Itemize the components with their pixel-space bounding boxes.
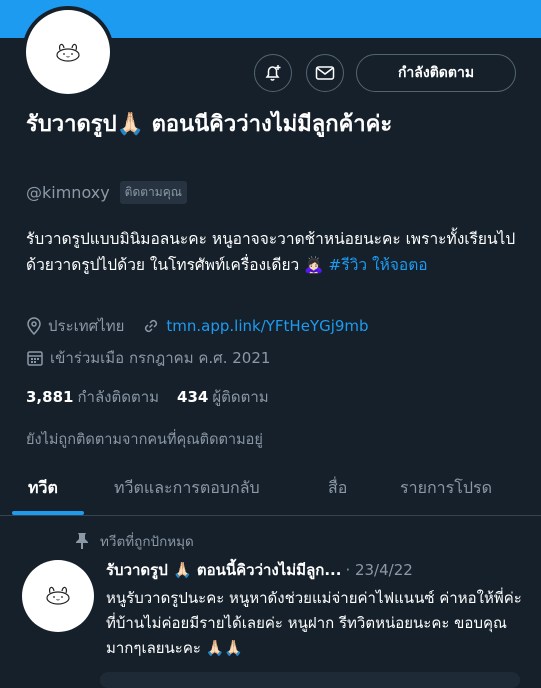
followers-count-link[interactable]: 434 ผู้ติดตาม bbox=[177, 385, 269, 409]
display-name: รับวาดรูป🙏🏻 ตอนนีคิวว่างไม่มีลูกค้าค่ะ bbox=[26, 112, 393, 137]
tab-tweets[interactable]: ทวีต bbox=[28, 462, 58, 515]
following-button[interactable]: กำลังติดตาม bbox=[356, 54, 516, 92]
active-tab-indicator bbox=[12, 511, 84, 515]
location-text: ประเทศไทย bbox=[48, 317, 125, 335]
pin-icon bbox=[76, 533, 88, 549]
profile-meta-location-website: ประเทศไทย tmn.app.link/YFtHeYGj9mb bbox=[26, 314, 369, 338]
tab-tweets-replies[interactable]: ทวีตและการตอบกลับ bbox=[114, 462, 260, 515]
pinned-label: ทวีตที่ถูกปักหมุด bbox=[100, 534, 194, 550]
tweet-header: รับวาดรูป 🙏🏻 ตอนนี้คิวว่างไม่มีลูก... · … bbox=[106, 558, 413, 582]
bunny-face-icon bbox=[56, 43, 80, 62]
following-count-link[interactable]: 3,881 กำลังติดตาม bbox=[26, 385, 159, 409]
link-icon bbox=[145, 319, 158, 333]
follow-stats: 3,881 กำลังติดตาม 434 ผู้ติดตาม bbox=[26, 385, 269, 409]
envelope-icon bbox=[315, 66, 335, 80]
notify-button[interactable] bbox=[254, 54, 292, 92]
joined-date: เข้าร่วมเมือ กรกฎาคม ค.ศ. 2021 bbox=[50, 349, 271, 367]
tweet-text: หนูรับวาดรูปนะคะ หนูหาดังช่วยแม่จ่ายค่าไ… bbox=[106, 589, 522, 657]
tweet-date[interactable]: · 23/4/22 bbox=[345, 561, 412, 579]
bio-hashtag-link[interactable]: #รีวิว ให้จอตอ bbox=[328, 256, 427, 274]
website-link[interactable]: tmn.app.link/YFtHeYGj9mb bbox=[166, 317, 368, 335]
profile-meta-joined: เข้าร่วมเมือ กรกฎาคม ค.ศ. 2021 bbox=[26, 346, 270, 370]
not-followed-note: ยังไม่ถูกติดตามจากคนที่คุณติดตามอยู่ bbox=[26, 432, 263, 448]
message-button[interactable] bbox=[306, 54, 344, 92]
tweet-author-avatar[interactable] bbox=[22, 560, 94, 632]
tab-media[interactable]: สื่อ bbox=[328, 462, 347, 515]
user-handle: @kimnoxy bbox=[26, 183, 110, 202]
bio-text: รับวาดรูปแบบมินิมอลนะคะ หนูอาจจะวาดช้าหน… bbox=[26, 230, 516, 274]
embedded-content-preview[interactable] bbox=[100, 672, 520, 688]
handle-row: @kimnoxy ติดตามคุณ bbox=[26, 181, 187, 204]
profile-bio: รับวาดรูปแบบมินิมอลนะคะ หนูอาจจะวาดช้าหน… bbox=[26, 226, 526, 278]
follows-you-badge: ติดตามคุณ bbox=[119, 181, 187, 204]
bell-plus-icon bbox=[265, 65, 281, 81]
tweet-author-name[interactable]: รับวาดรูป 🙏🏻 ตอนนี้คิวว่างไม่มีลูก... bbox=[106, 558, 341, 582]
bunny-face-icon bbox=[46, 586, 70, 605]
location-pin-icon bbox=[27, 317, 41, 335]
profile-avatar[interactable] bbox=[22, 6, 114, 98]
profile-tabs: ทวีต ทวีตและการตอบกลับ สื่อ รายการโปรด bbox=[0, 462, 541, 516]
pinned-label-row: ทวีตที่ถูกปักหมุด bbox=[74, 530, 194, 552]
calendar-icon bbox=[27, 351, 43, 366]
tab-likes[interactable]: รายการโปรด bbox=[400, 462, 492, 515]
